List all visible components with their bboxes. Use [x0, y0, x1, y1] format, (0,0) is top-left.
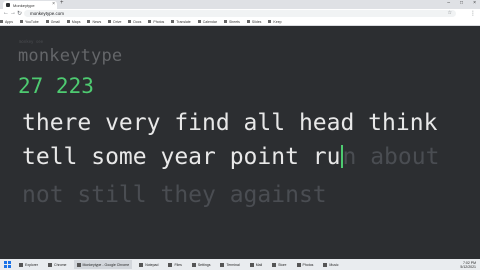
app-icon	[168, 262, 173, 267]
bookmark-item[interactable]: News	[87, 20, 101, 24]
tab-title: Monkeytype	[13, 2, 35, 8]
bookmark-item[interactable]: Sheets	[223, 20, 240, 24]
bookmark-item[interactable]: Calendar	[197, 20, 217, 24]
bookmark-favicon-icon	[0, 20, 3, 23]
monkeytype-logo[interactable]: monkeytype	[18, 46, 122, 66]
minimize-button[interactable]: –	[447, 0, 450, 6]
system-clock[interactable]: 7:02 PM 5/12/2021	[460, 259, 476, 270]
taskbar-item[interactable]: Files	[165, 260, 184, 269]
bookmark-item[interactable]: Drive	[108, 20, 121, 24]
bookmark-favicon-icon	[45, 20, 49, 23]
bookmark-favicon-icon	[108, 20, 112, 23]
bookmark-favicon-icon	[268, 20, 272, 23]
forward-arrow-icon[interactable]: →	[10, 10, 16, 16]
app-icon	[272, 262, 277, 267]
back-arrow-icon[interactable]: ←	[3, 10, 9, 16]
browser-menu-icon[interactable]: ⋮	[470, 10, 476, 17]
app-icon	[139, 262, 144, 267]
active-word-line[interactable]: tell some year point run about	[22, 144, 439, 170]
taskbar: Explorer Chrome Monkeytype - Google Chro…	[0, 259, 480, 270]
taskbar-item[interactable]: Music	[320, 260, 341, 269]
taskbar-item[interactable]: Settings	[189, 260, 214, 269]
url-text[interactable]: monkeytype.com	[30, 10, 64, 17]
logo-tagline: monkey see	[19, 39, 44, 44]
bookmark-star-icon[interactable]: ☆	[448, 10, 452, 17]
bookmark-favicon-icon	[128, 20, 132, 23]
windows-start-icon[interactable]	[2, 260, 12, 269]
app-icon	[220, 262, 225, 267]
bookmark-favicon-icon	[19, 20, 23, 23]
taskbar-item[interactable]: Store	[269, 260, 289, 269]
taskbar-item[interactable]: Mail	[247, 260, 265, 269]
bookmark-item[interactable]: Gmail	[45, 20, 60, 24]
bookmark-item[interactable]: Docs	[128, 20, 141, 24]
app-icon	[48, 262, 53, 267]
bookmark-favicon-icon	[66, 20, 70, 23]
app-icon	[76, 262, 81, 267]
taskbar-item[interactable]: Notepad	[136, 260, 161, 269]
address-bar[interactable]: monkeytype.com ☆	[24, 10, 456, 17]
bookmark-item[interactable]: Photos	[148, 20, 164, 24]
bookmark-item[interactable]: Keep	[268, 20, 282, 24]
clock-date: 5/12/2021	[460, 264, 476, 269]
bookmark-favicon-icon	[171, 20, 175, 23]
reload-icon[interactable]: ↻	[17, 10, 22, 17]
typed-text: tell some year point ru	[22, 144, 341, 170]
taskbar-item-active[interactable]: Monkeytype - Google Chrome	[73, 260, 133, 269]
app-icon	[19, 262, 23, 267]
bookmark-item[interactable]: Slides	[246, 20, 261, 24]
taskbar-item[interactable]: Chrome	[45, 260, 69, 269]
typing-page: monkey see monkeytype 27 223 there very …	[0, 26, 480, 259]
bookmark-item[interactable]: YouTube	[19, 20, 39, 24]
bookmark-favicon-icon	[246, 20, 250, 23]
maximize-button[interactable]: □	[460, 0, 463, 6]
live-stats: 27 223	[18, 74, 94, 98]
bookmarks-bar: Apps YouTube Gmail Maps News Drive Docs …	[0, 18, 480, 26]
new-tab-button[interactable]: +	[60, 0, 64, 6]
taskbar-item[interactable]: Explorer	[16, 260, 41, 269]
app-icon	[323, 262, 328, 267]
bookmark-item[interactable]: Maps	[66, 20, 80, 24]
bookmark-favicon-icon	[197, 20, 201, 23]
bookmark-item[interactable]: Translate	[171, 20, 191, 24]
tab-close-icon[interactable]: ×	[52, 1, 55, 7]
typed-word-line[interactable]: there very find all head think	[22, 110, 437, 136]
bookmark-favicon-icon	[87, 20, 91, 23]
close-window-button[interactable]: ×	[473, 0, 476, 6]
app-icon	[191, 262, 196, 267]
bookmark-favicon-icon	[223, 20, 227, 23]
bookmark-favicon-icon	[148, 20, 152, 23]
browser-tab-strip: Monkeytype × + – □ ×	[0, 0, 480, 9]
pending-text: n about	[342, 144, 440, 170]
taskbar-item[interactable]: Photos	[294, 260, 317, 269]
browser-toolbar: ← → ↻ monkeytype.com ☆ ⋮	[0, 9, 480, 18]
browser-tab[interactable]: Monkeytype ×	[3, 1, 57, 9]
app-icon	[249, 262, 254, 267]
monkeytype-favicon-icon	[6, 3, 10, 7]
bookmark-item[interactable]: Apps	[0, 20, 13, 24]
upcoming-word-line[interactable]: not still they against	[22, 182, 327, 208]
taskbar-item[interactable]: Terminal	[217, 260, 242, 269]
app-icon	[296, 262, 301, 267]
